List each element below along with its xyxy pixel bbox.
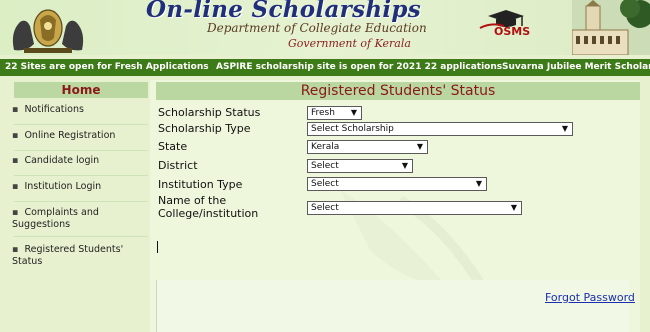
divider <box>14 124 148 125</box>
kerala-emblem-icon <box>12 9 84 53</box>
sidebar-item-label: Candidate login <box>24 155 100 166</box>
chevron-down-icon: ▼ <box>416 142 423 151</box>
forgot-password-link[interactable]: Forgot Password <box>545 291 635 304</box>
bullet-icon: ▪ <box>12 244 19 255</box>
bullet-icon: ▪ <box>12 130 19 141</box>
sidebar-item-label: Registered Students' Status <box>12 244 124 267</box>
home-link[interactable]: Home <box>14 82 148 98</box>
site-header: On-line Scholarships Department of Colle… <box>0 0 650 55</box>
state-select[interactable]: Kerala ▼ <box>307 140 428 154</box>
bullet-icon: ▪ <box>12 207 19 218</box>
chevron-down-icon: ▼ <box>475 179 482 188</box>
divider <box>14 175 148 176</box>
department-name: Department of Collegiate Education <box>207 21 427 35</box>
ticker-item[interactable]: Suvarna Jubilee Merit Scholarship <box>502 59 650 76</box>
divider <box>14 150 148 151</box>
sidebar-item-complaints[interactable]: ▪ Complaints and Suggestions <box>12 207 144 231</box>
chevron-down-icon: ▼ <box>350 108 357 117</box>
district-label: District <box>158 159 198 172</box>
chevron-down-icon: ▼ <box>510 203 517 212</box>
sidebar-item-label: Online Registration <box>24 130 116 141</box>
bullet-icon: ▪ <box>12 181 19 192</box>
select-value: Select <box>311 179 339 189</box>
sidebar-item-label: Institution Login <box>24 181 102 192</box>
state-label: State <box>158 140 188 153</box>
college-select[interactable]: Select ▼ <box>307 201 522 215</box>
sidebar-item-candidate-login[interactable]: ▪ Candidate login <box>12 155 144 167</box>
government-name: Government of Kerala <box>288 37 411 50</box>
sidebar-item-label: Complaints and Suggestions <box>12 207 99 230</box>
select-value: Fresh <box>311 108 335 118</box>
bullet-icon: ▪ <box>12 155 19 166</box>
institution-type-label: Institution Type <box>158 178 243 191</box>
divider <box>14 236 148 237</box>
divider <box>14 201 148 202</box>
sidebar-item-label: Notifications <box>24 104 84 115</box>
sidebar-item-notifications[interactable]: ▪ Notifications <box>12 104 144 116</box>
text-cursor <box>157 241 158 253</box>
scholarship-type-select[interactable]: Select Scholarship ▼ <box>307 122 573 136</box>
sidebar-item-registered-status[interactable]: ▪ Registered Students' Status <box>12 244 144 268</box>
ticker-item[interactable]: ASPIRE scholarship site is open for 2021… <box>216 59 502 76</box>
page-title: Registered Students' Status <box>156 82 640 100</box>
scholarship-status-select[interactable]: Fresh ▼ <box>307 106 362 120</box>
sidebar-item-online-registration[interactable]: ▪ Online Registration <box>12 130 144 142</box>
site-title: On-line Scholarships <box>146 0 422 23</box>
select-value: Select Scholarship <box>311 124 394 134</box>
district-select[interactable]: Select ▼ <box>307 159 413 173</box>
scholarship-type-label: Scholarship Type <box>158 122 251 135</box>
content-area <box>156 280 629 332</box>
scholarship-status-label: Scholarship Status <box>158 106 261 119</box>
college-name-label: Name of the College/institution <box>158 194 259 220</box>
select-value: Select <box>311 161 339 171</box>
ticker-item[interactable]: 22 Sites are open for Fresh Applications <box>5 59 209 76</box>
chevron-down-icon: ▼ <box>401 161 408 170</box>
building-icon <box>572 0 650 55</box>
news-ticker[interactable]: 22 Sites are open for Fresh Applications… <box>0 59 650 76</box>
sidebar: Home ▪ Notifications ▪ Online Registration… <box>8 82 148 332</box>
select-value: Kerala <box>311 142 340 152</box>
osms-logo: OSMS <box>494 25 531 38</box>
sidebar-item-institution-login[interactable]: ▪ Institution Login <box>12 181 144 193</box>
select-value: Select <box>311 203 339 213</box>
chevron-down-icon: ▼ <box>561 124 568 133</box>
bullet-icon: ▪ <box>12 104 19 115</box>
institution-type-select[interactable]: Select ▼ <box>307 177 487 191</box>
